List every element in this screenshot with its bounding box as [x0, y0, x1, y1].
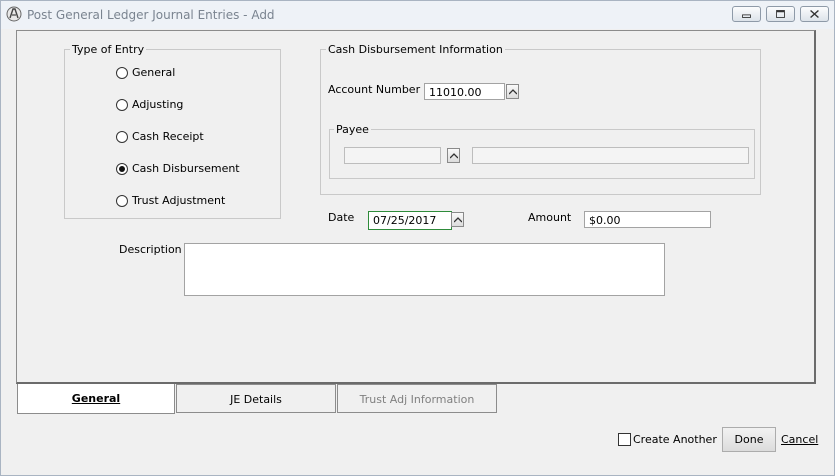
radio-button[interactable] [116, 99, 128, 111]
tab-general[interactable]: General [17, 384, 175, 414]
payee-code-field[interactable] [344, 147, 441, 164]
create-another-checkbox[interactable] [618, 433, 631, 446]
window-title: Post General Ledger Journal Entries - Ad… [27, 8, 275, 22]
minimize-icon [742, 14, 751, 18]
tab-je-details[interactable]: JE Details [176, 384, 336, 413]
close-icon [810, 9, 819, 19]
amount-field[interactable]: $0.00 [584, 211, 711, 228]
main-window: Post General Ledger Journal Entries - Ad… [0, 0, 835, 476]
description-label: Description [119, 243, 182, 256]
title-bar[interactable]: Post General Ledger Journal Entries - Ad… [1, 1, 834, 29]
cash-disbursement-legend: Cash Disbursement Information [326, 43, 505, 56]
date-picker-button[interactable] [451, 212, 464, 227]
chevron-up-icon [509, 89, 517, 95]
payee-name-field[interactable] [472, 147, 749, 164]
radio-label: Cash Disbursement [132, 162, 240, 175]
account-number-field[interactable]: 11010.00 [424, 83, 505, 100]
type-of-entry-legend: Type of Entry [70, 43, 147, 56]
tab-trust-adj-information[interactable]: Trust Adj Information [337, 384, 497, 413]
cancel-button[interactable]: Cancel [781, 433, 818, 446]
chevron-up-icon [454, 217, 462, 223]
radio-label: Cash Receipt [132, 130, 204, 143]
create-another-label[interactable]: Create Another [633, 433, 717, 446]
amount-label: Amount [528, 211, 572, 224]
done-button[interactable]: Done [722, 427, 776, 452]
payee-legend: Payee [334, 123, 371, 136]
minimize-button[interactable] [732, 6, 761, 22]
radio-button[interactable] [116, 195, 128, 207]
radio-button[interactable] [116, 67, 128, 79]
date-label: Date [328, 211, 355, 224]
description-textarea[interactable] [184, 243, 665, 296]
radio-label: Trust Adjustment [132, 194, 226, 207]
account-number-label: Account Number [328, 83, 421, 96]
account-number-lookup-button[interactable] [506, 84, 519, 99]
maximize-button[interactable] [766, 6, 795, 22]
radio-label: General [132, 66, 176, 79]
chevron-up-icon [450, 153, 458, 159]
maximize-icon [776, 10, 785, 18]
radio-label: Adjusting [132, 98, 184, 111]
radio-button[interactable] [116, 131, 128, 143]
app-logo-icon [6, 6, 22, 22]
radio-button-selected[interactable] [116, 163, 128, 175]
date-field[interactable]: 07/25/2017 [368, 211, 452, 230]
close-button[interactable] [800, 6, 829, 22]
payee-lookup-button[interactable] [447, 148, 460, 163]
